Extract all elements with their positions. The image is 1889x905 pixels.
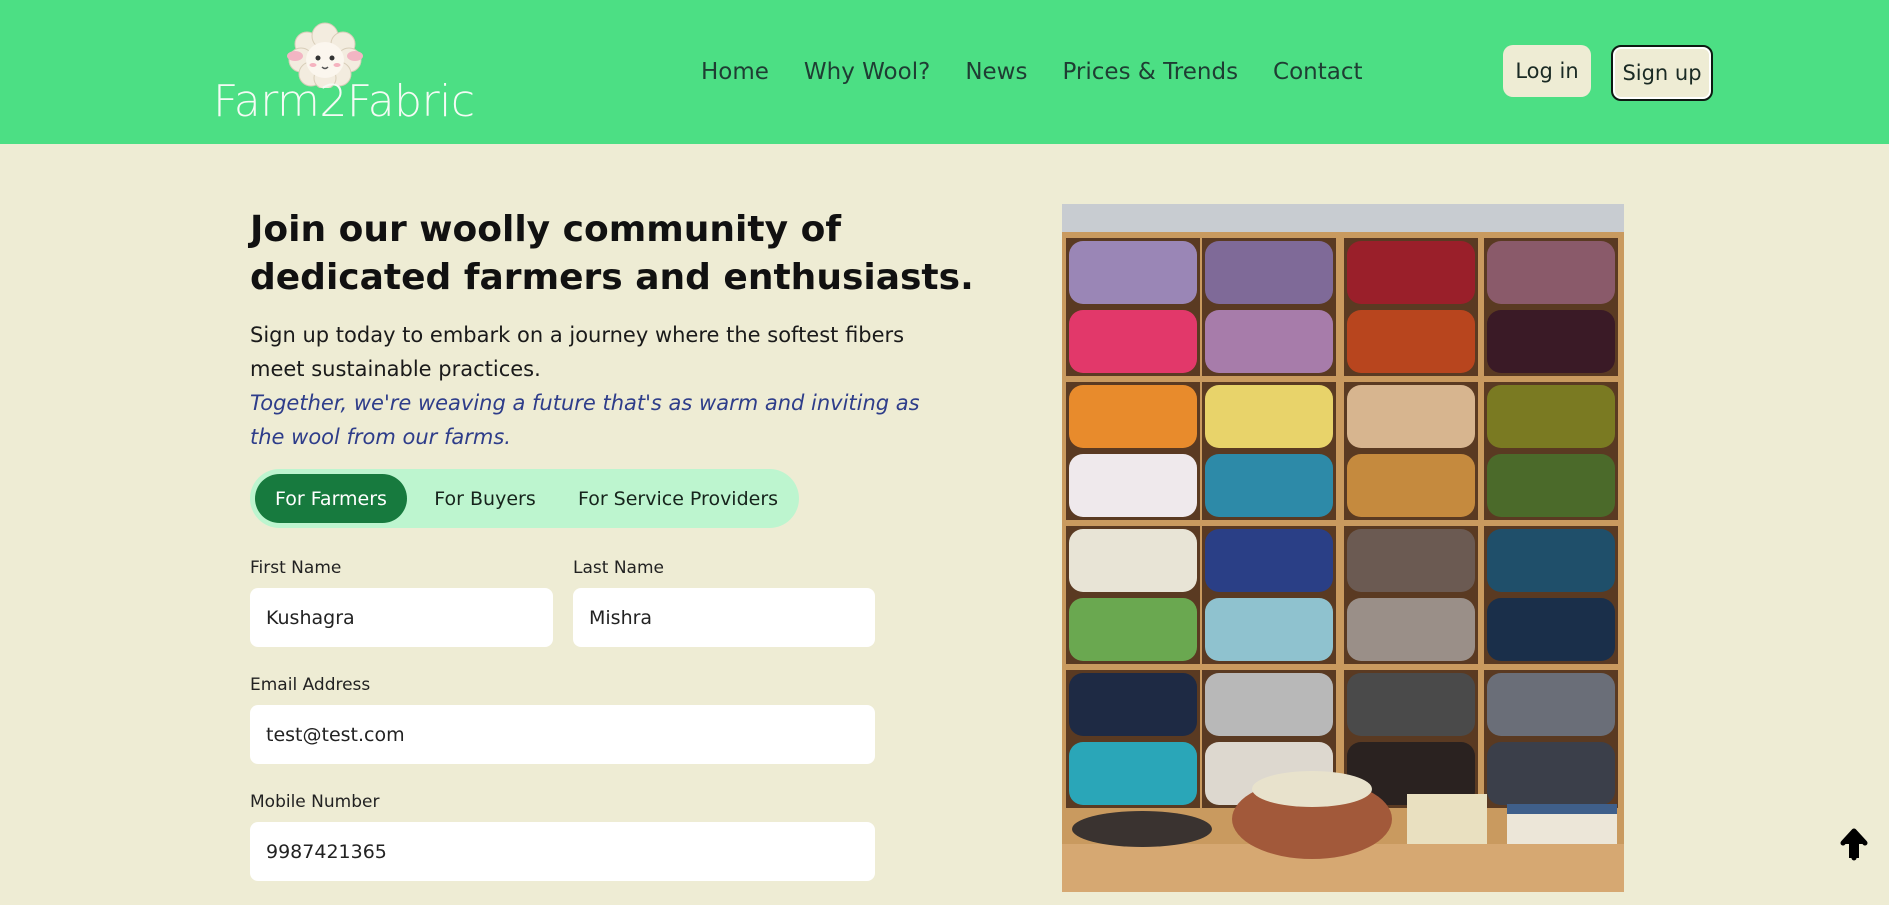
nav-why-wool[interactable]: Why Wool? [804, 54, 930, 90]
yarn-bundle [1347, 598, 1475, 661]
last-name-label: Last Name [573, 558, 664, 578]
intro-line: Sign up today to embark on a journey whe… [250, 323, 905, 347]
logo-text: Farm2Fabric [213, 76, 475, 127]
tab-for-service-providers[interactable]: For Service Providers [570, 474, 786, 523]
yarn-bundle [1069, 241, 1197, 304]
yarn-bundle [1347, 454, 1475, 517]
intro-text: Sign up today to embark on a journey whe… [250, 318, 905, 386]
yarn-bundle [1347, 529, 1475, 592]
page-title: Join our woolly community of dedicated f… [250, 206, 974, 302]
yarn-bundle [1487, 385, 1615, 448]
tagline-text: Together, we're weaving a future that's … [250, 386, 920, 454]
yarn-bundle [1487, 742, 1615, 805]
nav-news[interactable]: News [965, 54, 1027, 90]
yarn-bundle [1487, 241, 1615, 304]
main-nav: Home Why Wool? News Prices & Trends Cont… [701, 54, 1398, 90]
mobile-label: Mobile Number [250, 792, 380, 812]
yarn-bundle [1069, 598, 1197, 661]
last-name-input[interactable]: Mishra [573, 588, 875, 647]
yarn-bundle [1205, 241, 1333, 304]
nav-home[interactable]: Home [701, 54, 769, 90]
mobile-input[interactable]: 9987421365 [250, 822, 875, 881]
first-name-input[interactable]: Kushagra [250, 588, 553, 647]
yarn-bundle [1347, 241, 1475, 304]
yarn-bundle [1205, 598, 1333, 661]
yarn-bundle [1487, 673, 1615, 736]
tab-for-farmers[interactable]: For Farmers [255, 474, 407, 523]
tab-for-buyers[interactable]: For Buyers [420, 474, 550, 523]
yarn-bundle [1205, 454, 1333, 517]
yarn-shelf-image [1062, 204, 1624, 892]
email-label: Email Address [250, 675, 371, 695]
tagline-line: Together, we're weaving a future that's … [250, 391, 920, 415]
yarn-bundle [1347, 673, 1475, 736]
user-type-tabs: For Farmers For Buyers For Service Provi… [250, 469, 799, 528]
yarn-bundle [1205, 529, 1333, 592]
brand-logo[interactable]: Farm2Fabric [213, 18, 475, 128]
nav-prices-trends[interactable]: Prices & Trends [1062, 54, 1238, 90]
yarn-bundle [1205, 673, 1333, 736]
yarn-bundle [1205, 310, 1333, 373]
login-button[interactable]: Log in [1503, 45, 1591, 97]
yarn-bundle [1069, 454, 1197, 517]
yarn-bundle [1069, 385, 1197, 448]
yarn-bundle [1487, 598, 1615, 661]
signup-button[interactable]: Sign up [1611, 45, 1713, 101]
yarn-bundle [1487, 529, 1615, 592]
yarn-bundle [1487, 310, 1615, 373]
yarn-shelf-illustration [1062, 204, 1624, 892]
yarn-bundle [1205, 385, 1333, 448]
yarn-bundle [1069, 673, 1197, 736]
page-title-line: dedicated farmers and enthusiasts. [250, 257, 974, 298]
email-input[interactable]: test@test.com [250, 705, 875, 764]
nav-contact[interactable]: Contact [1273, 54, 1362, 90]
yarn-bundle [1069, 529, 1197, 592]
arrow-up-icon[interactable] [1836, 826, 1872, 862]
yarn-bundle [1069, 310, 1197, 373]
yarn-bundle [1487, 454, 1615, 517]
yarn-bundle [1069, 742, 1197, 805]
yarn-bundle [1347, 385, 1475, 448]
site-header: Farm2Fabric Home Why Wool? News Prices &… [0, 0, 1889, 144]
intro-line: meet sustainable practices. [250, 357, 541, 381]
tagline-line: the wool from our farms. [250, 425, 511, 449]
first-name-label: First Name [250, 558, 342, 578]
page-title-line: Join our woolly community of [250, 209, 841, 250]
yarn-bundle [1347, 310, 1475, 373]
